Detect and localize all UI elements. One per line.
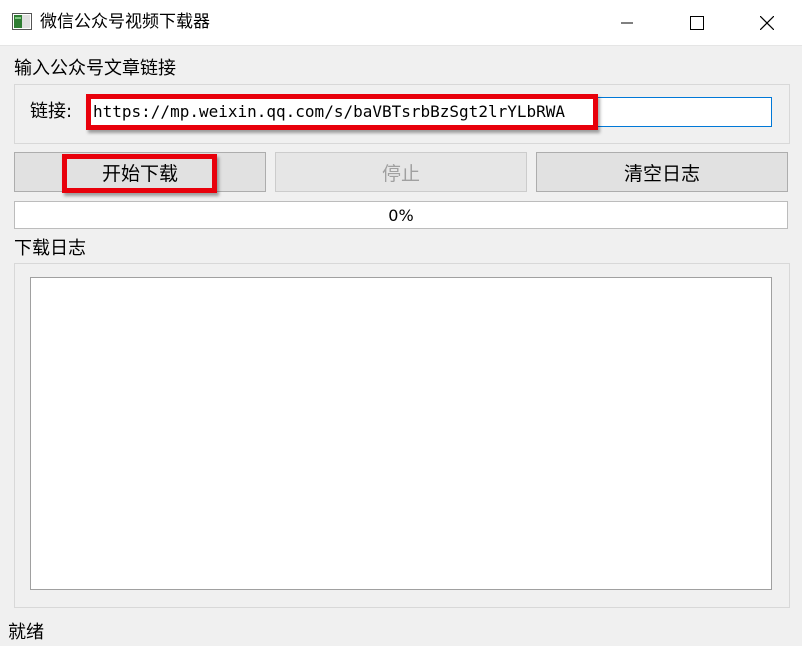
minimize-button[interactable] (592, 0, 662, 45)
maximize-icon (690, 15, 704, 30)
maximize-button[interactable] (662, 0, 732, 45)
close-icon (760, 15, 774, 30)
url-input[interactable]: https://mp.weixin.qq.com/s/baVBTsrbBzSgt… (86, 97, 772, 127)
clear-log-button[interactable]: 清空日志 (536, 152, 788, 192)
window-title: 微信公众号视频下载器 (40, 12, 210, 32)
close-button[interactable] (732, 0, 802, 45)
status-text: 就绪 (8, 622, 44, 643)
input-section-label: 输入公众号文章链接 (14, 58, 176, 79)
start-download-button[interactable]: 开始下载 (14, 152, 266, 192)
link-label: 链接: (30, 101, 73, 122)
stop-button[interactable]: 停止 (275, 152, 527, 192)
progress-bar: 0% (14, 201, 788, 229)
progress-text: 0% (388, 205, 414, 225)
minimize-icon (621, 22, 633, 23)
log-textarea[interactable] (30, 277, 772, 590)
log-section-label: 下载日志 (14, 238, 86, 259)
app-icon (12, 13, 32, 30)
title-bar: 微信公众号视频下载器 (0, 0, 802, 46)
